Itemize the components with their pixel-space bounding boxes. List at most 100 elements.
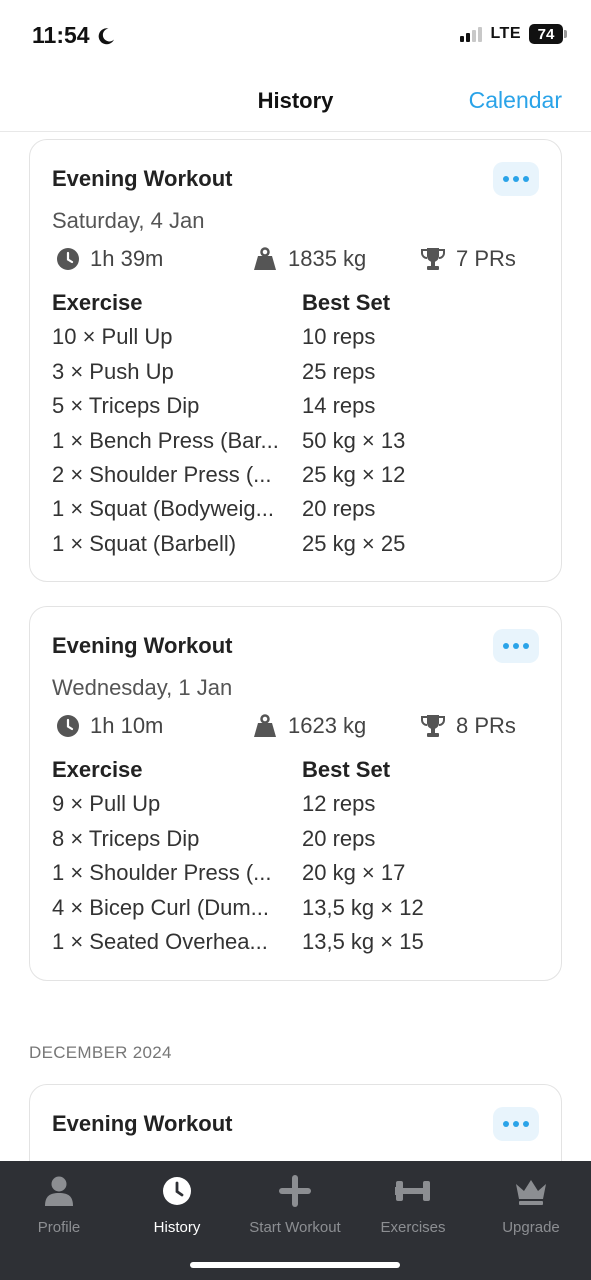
best-set: 12 reps bbox=[302, 791, 376, 817]
calendar-button[interactable]: Calendar bbox=[469, 87, 562, 114]
best-set: 13,5 kg × 15 bbox=[302, 928, 424, 954]
exercise-table: Exercise Best Set 10 × Pull Up 10 reps 3 … bbox=[52, 290, 542, 565]
duration-value: 1h 10m bbox=[90, 713, 164, 738]
best-set: 25 kg × 25 bbox=[302, 530, 406, 556]
table-row: 8 × Triceps Dip 20 reps bbox=[52, 826, 542, 860]
more-options-button[interactable] bbox=[493, 629, 539, 663]
workout-card[interactable]: Evening Workout bbox=[29, 1084, 562, 1161]
duration-stat: 1h 10m bbox=[56, 713, 163, 739]
exercise-name: 1 × Squat (Barbell) bbox=[52, 530, 237, 556]
table-header: Exercise Best Set bbox=[52, 757, 542, 791]
table-row: 3 × Push Up 25 reps bbox=[52, 359, 542, 393]
workout-stats: 1h 39m 1835 kg 7 PRs bbox=[52, 246, 542, 274]
workout-card[interactable]: Evening Workout Wednesday, 1 Jan 1h 10m … bbox=[29, 606, 562, 981]
table-row: 1 × Shoulder Press (... 20 kg × 17 bbox=[52, 860, 542, 894]
tab-upgrade[interactable]: Upgrade bbox=[472, 1173, 590, 1236]
tab-start-workout[interactable]: Start Workout bbox=[236, 1173, 354, 1236]
table-header: Exercise Best Set bbox=[52, 290, 542, 324]
duration-value: 1h 39m bbox=[90, 246, 164, 271]
history-screen: 11:54 LTE 74 History Calendar Evening Wo… bbox=[0, 0, 591, 1280]
best-set: 25 reps bbox=[302, 358, 376, 384]
battery-level: 74 bbox=[529, 24, 563, 44]
network-type: LTE bbox=[490, 25, 521, 42]
status-time-group: 11:54 bbox=[32, 22, 116, 49]
clock-icon bbox=[163, 1177, 191, 1205]
tab-exercises[interactable]: Exercises bbox=[354, 1173, 472, 1236]
tab-label: Exercises bbox=[380, 1219, 446, 1236]
prs-value: 8 PRs bbox=[456, 713, 516, 738]
trophy-icon bbox=[421, 248, 445, 270]
exercise-table: Exercise Best Set 9 × Pull Up 12 reps 8 ×… bbox=[52, 757, 542, 963]
best-set: 14 reps bbox=[302, 393, 376, 419]
plus-icon bbox=[279, 1175, 311, 1207]
exercise-name: 9 × Pull Up bbox=[52, 791, 161, 817]
ellipsis-icon bbox=[503, 643, 509, 649]
best-set: 50 kg × 13 bbox=[302, 427, 406, 453]
trophy-icon bbox=[421, 715, 445, 737]
prs-stat: 7 PRs bbox=[420, 246, 516, 272]
volume-value: 1835 kg bbox=[288, 246, 367, 271]
weight-icon bbox=[254, 714, 276, 737]
clock-icon bbox=[57, 715, 79, 737]
tab-label: Upgrade bbox=[502, 1219, 560, 1236]
table-row: 2 × Shoulder Press (... 25 kg × 12 bbox=[52, 462, 542, 496]
table-row: 10 × Pull Up 10 reps bbox=[52, 324, 542, 358]
status-time: 11:54 bbox=[32, 22, 90, 48]
exercise-name: 1 × Bench Press (Bar... bbox=[52, 427, 279, 453]
ellipsis-icon bbox=[503, 176, 509, 182]
exercise-column-header: Exercise bbox=[52, 757, 143, 782]
weight-icon bbox=[254, 247, 276, 270]
table-row: 1 × Squat (Bodyweig... 20 reps bbox=[52, 496, 542, 530]
prs-stat: 8 PRs bbox=[420, 713, 516, 739]
dumbbell-icon bbox=[395, 1181, 430, 1201]
best-set: 10 reps bbox=[302, 324, 376, 350]
prs-value: 7 PRs bbox=[456, 246, 516, 271]
workout-title: Evening Workout bbox=[52, 1111, 233, 1136]
best-set-column-header: Best Set bbox=[302, 757, 391, 782]
volume-stat: 1835 kg bbox=[252, 246, 366, 272]
table-row: 5 × Triceps Dip 14 reps bbox=[52, 393, 542, 427]
table-row: 1 × Seated Overhea... 13,5 kg × 15 bbox=[52, 929, 542, 963]
table-row: 4 × Bicep Curl (Dum... 13,5 kg × 12 bbox=[52, 895, 542, 929]
home-indicator bbox=[190, 1262, 400, 1268]
tab-label: History bbox=[153, 1219, 201, 1236]
table-row: 1 × Squat (Barbell) 25 kg × 25 bbox=[52, 531, 542, 565]
exercise-name: 4 × Bicep Curl (Dum... bbox=[52, 894, 270, 920]
history-list[interactable]: Evening Workout Saturday, 4 Jan 1h 39m 1… bbox=[0, 133, 591, 1161]
tab-history[interactable]: History bbox=[118, 1173, 236, 1236]
best-set: 20 kg × 17 bbox=[302, 860, 406, 886]
crown-icon bbox=[516, 1180, 546, 1205]
tab-label: Profile bbox=[37, 1219, 81, 1236]
moon-icon bbox=[98, 27, 114, 44]
workout-title: Evening Workout bbox=[52, 633, 233, 658]
table-row: 1 × Bench Press (Bar... 50 kg × 13 bbox=[52, 428, 542, 462]
workout-card[interactable]: Evening Workout Saturday, 4 Jan 1h 39m 1… bbox=[29, 139, 562, 582]
month-section-header: DECEMBER 2024 bbox=[29, 1043, 172, 1062]
workout-date: Wednesday, 1 Jan bbox=[52, 675, 233, 700]
exercise-name: 3 × Push Up bbox=[52, 358, 174, 384]
volume-value: 1623 kg bbox=[288, 713, 367, 738]
workout-date: Saturday, 4 Jan bbox=[52, 208, 205, 233]
status-indicators: LTE 74 bbox=[460, 24, 567, 44]
workout-title: Evening Workout bbox=[52, 166, 233, 191]
clock-icon bbox=[57, 248, 79, 270]
best-set-column-header: Best Set bbox=[302, 290, 391, 315]
more-options-button[interactable] bbox=[493, 1107, 539, 1141]
exercise-name: 10 × Pull Up bbox=[52, 324, 173, 350]
tab-label: Start Workout bbox=[249, 1219, 341, 1236]
more-options-button[interactable] bbox=[493, 162, 539, 196]
nav-bar: History Calendar bbox=[0, 70, 591, 132]
exercise-name: 5 × Triceps Dip bbox=[52, 393, 200, 419]
ellipsis-icon bbox=[503, 1121, 509, 1127]
exercise-column-header: Exercise bbox=[52, 290, 143, 315]
best-set: 13,5 kg × 12 bbox=[302, 894, 424, 920]
best-set: 20 reps bbox=[302, 825, 376, 851]
exercise-name: 8 × Triceps Dip bbox=[52, 825, 200, 851]
table-row: 9 × Pull Up 12 reps bbox=[52, 791, 542, 825]
tab-profile[interactable]: Profile bbox=[0, 1173, 118, 1236]
workout-stats: 1h 10m 1623 kg 8 PRs bbox=[52, 713, 542, 741]
duration-stat: 1h 39m bbox=[56, 246, 163, 272]
exercise-name: 2 × Shoulder Press (... bbox=[52, 461, 272, 487]
person-icon bbox=[45, 1176, 73, 1206]
status-bar: 11:54 LTE 74 bbox=[0, 0, 591, 70]
